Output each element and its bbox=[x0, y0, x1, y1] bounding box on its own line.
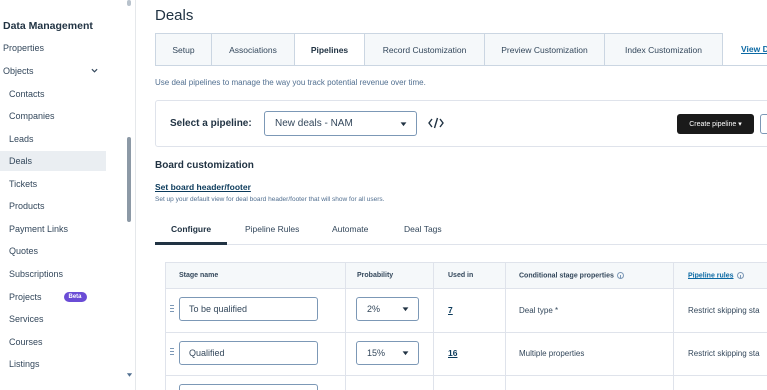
sidebar-item-objects[interactable]: Objects bbox=[0, 61, 106, 81]
conditional-properties-cell[interactable]: Multiple properties bbox=[519, 349, 584, 358]
tab-pipelines[interactable]: Pipelines bbox=[295, 33, 365, 66]
probability-select[interactable]: 15% bbox=[356, 341, 419, 365]
tab-associations[interactable]: Associations bbox=[212, 33, 295, 66]
create-pipeline-button[interactable]: Create pipeline ▾ bbox=[677, 114, 754, 134]
header-label[interactable]: Pipeline rules bbox=[688, 272, 734, 279]
probability-select[interactable]: 2% bbox=[356, 297, 419, 321]
pipeline-rules-cell: Restrict skipping sta bbox=[688, 349, 760, 358]
sidebar-item-label: Quotes bbox=[9, 246, 39, 256]
row-divider bbox=[165, 332, 767, 333]
view-link[interactable]: View D bbox=[741, 44, 767, 54]
sidebar-item-label: Leads bbox=[9, 134, 34, 144]
subtab-deal-tags[interactable]: Deal Tags bbox=[404, 224, 442, 234]
sidebar-item-label: Listings bbox=[9, 359, 40, 369]
chevron-down-icon bbox=[91, 68, 98, 73]
sidebar-title: Data Management bbox=[3, 20, 93, 32]
stage-name-input[interactable]: To be qualified bbox=[179, 297, 318, 321]
sidebar-item-label: Companies bbox=[9, 111, 55, 121]
sidebar-item-properties[interactable]: Properties bbox=[0, 38, 106, 58]
sidebar-item-label: Deals bbox=[9, 156, 33, 166]
info-icon[interactable] bbox=[736, 272, 744, 279]
subtab-automate[interactable]: Automate bbox=[332, 224, 368, 234]
tab-record-customization[interactable]: Record Customization bbox=[365, 33, 485, 66]
probability-value: 15% bbox=[367, 348, 386, 358]
pipeline-select[interactable]: New deals - NAM bbox=[264, 111, 417, 136]
subtab-configure[interactable]: Configure bbox=[171, 224, 211, 234]
pipeline-select-label: Select a pipeline: bbox=[170, 118, 252, 129]
sidebar-item-contacts[interactable]: Contacts bbox=[0, 84, 106, 104]
tab-preview-customization[interactable]: Preview Customization bbox=[485, 33, 605, 66]
header-probability[interactable]: Probability bbox=[357, 272, 393, 279]
board-customization-title: Board customization bbox=[155, 160, 254, 171]
sidebar-item-label: Courses bbox=[9, 337, 43, 347]
info-icon[interactable] bbox=[616, 272, 624, 279]
pipeline-rules-cell: Restrict skipping sta bbox=[688, 306, 760, 315]
used-in-count-link[interactable]: 7 bbox=[448, 305, 453, 315]
header-stage-name[interactable]: Stage name bbox=[179, 272, 218, 279]
column-divider bbox=[433, 262, 434, 390]
tab-index-customization[interactable]: Index Customization bbox=[605, 33, 723, 66]
column-divider bbox=[505, 262, 506, 390]
sidebar-item-label: Subscriptions bbox=[9, 269, 64, 279]
code-embed-icon[interactable] bbox=[428, 117, 444, 129]
sidebar-item-deals[interactable]: Deals bbox=[0, 151, 106, 171]
active-subtab-indicator bbox=[155, 242, 227, 245]
sidebar-scrollbar-thumb[interactable] bbox=[127, 137, 131, 222]
stage-name-input[interactable]: Qualified bbox=[179, 341, 318, 365]
sidebar-item-listings[interactable]: Listings bbox=[0, 354, 106, 374]
header-conditional-stage-properties[interactable]: Conditional stage properties bbox=[519, 272, 624, 279]
header-label: Conditional stage properties bbox=[519, 272, 614, 280]
scroll-down-arrow-icon[interactable] bbox=[126, 372, 133, 378]
sidebar-item-label: Contacts bbox=[9, 89, 45, 99]
subtab-pipeline-rules[interactable]: Pipeline Rules bbox=[245, 224, 299, 234]
conditional-properties-cell[interactable]: Deal type * bbox=[519, 306, 558, 315]
drag-handle-icon[interactable] bbox=[170, 348, 174, 358]
scrollbar-top[interactable] bbox=[127, 0, 131, 6]
secondary-action-button[interactable] bbox=[760, 114, 767, 134]
sidebar-item-courses[interactable]: Courses bbox=[0, 332, 106, 352]
board-customization-help: Set up your default view for deal board … bbox=[155, 196, 385, 203]
page-title: Deals bbox=[155, 7, 194, 24]
header-pipeline-rules[interactable]: Pipeline rules bbox=[688, 272, 744, 279]
sidebar-item-label: Projects bbox=[9, 292, 42, 302]
tab-setup[interactable]: Setup bbox=[155, 33, 212, 66]
stage-name-value: Qualified bbox=[189, 348, 225, 358]
settings-tabs: Setup Associations Pipelines Record Cust… bbox=[155, 33, 723, 66]
set-board-header-footer-link[interactable]: Set board header/footer bbox=[155, 182, 251, 192]
beta-badge: Beta bbox=[63, 292, 87, 302]
sidebar-item-products[interactable]: Products bbox=[0, 196, 106, 216]
sidebar-item-label: Objects bbox=[3, 66, 34, 76]
sidebar-item-payment-links[interactable]: Payment Links bbox=[0, 219, 106, 239]
stage-name-input[interactable] bbox=[179, 384, 318, 390]
sidebar-item-companies[interactable]: Companies bbox=[0, 106, 106, 126]
sidebar-item-leads[interactable]: Leads bbox=[0, 129, 106, 149]
used-in-count-link[interactable]: 16 bbox=[448, 348, 457, 358]
stage-name-value: To be qualified bbox=[189, 304, 248, 314]
caret-down-icon bbox=[402, 307, 409, 312]
caret-down-icon bbox=[402, 351, 409, 356]
probability-value: 2% bbox=[367, 304, 381, 314]
pipeline-select-value: New deals - NAM bbox=[275, 118, 353, 129]
sidebar-item-projects[interactable]: Projects Beta bbox=[0, 287, 106, 307]
drag-handle-icon[interactable] bbox=[170, 305, 174, 315]
pipelines-helper-text: Use deal pipelines to manage the way you… bbox=[155, 78, 426, 87]
column-divider bbox=[345, 262, 346, 390]
sidebar-item-subscriptions[interactable]: Subscriptions bbox=[0, 264, 106, 284]
header-used-in[interactable]: Used in bbox=[448, 272, 473, 279]
sidebar-item-services[interactable]: Services bbox=[0, 309, 106, 329]
subtabs-divider bbox=[155, 244, 767, 245]
caret-down-icon bbox=[400, 122, 407, 127]
sidebar-item-quotes[interactable]: Quotes bbox=[0, 241, 106, 261]
sidebar: Data Management Properties Objects Conta… bbox=[0, 0, 136, 390]
sidebar-item-label: Tickets bbox=[9, 179, 38, 189]
sidebar-item-label: Products bbox=[9, 201, 45, 211]
row-divider bbox=[165, 375, 767, 376]
sidebar-item-label: Payment Links bbox=[9, 224, 69, 234]
sidebar-item-label: Properties bbox=[3, 43, 45, 53]
sidebar-item-tickets[interactable]: Tickets bbox=[0, 174, 106, 194]
tabs-divider bbox=[155, 65, 767, 66]
sidebar-item-label: Services bbox=[9, 314, 44, 324]
column-divider bbox=[673, 262, 674, 390]
